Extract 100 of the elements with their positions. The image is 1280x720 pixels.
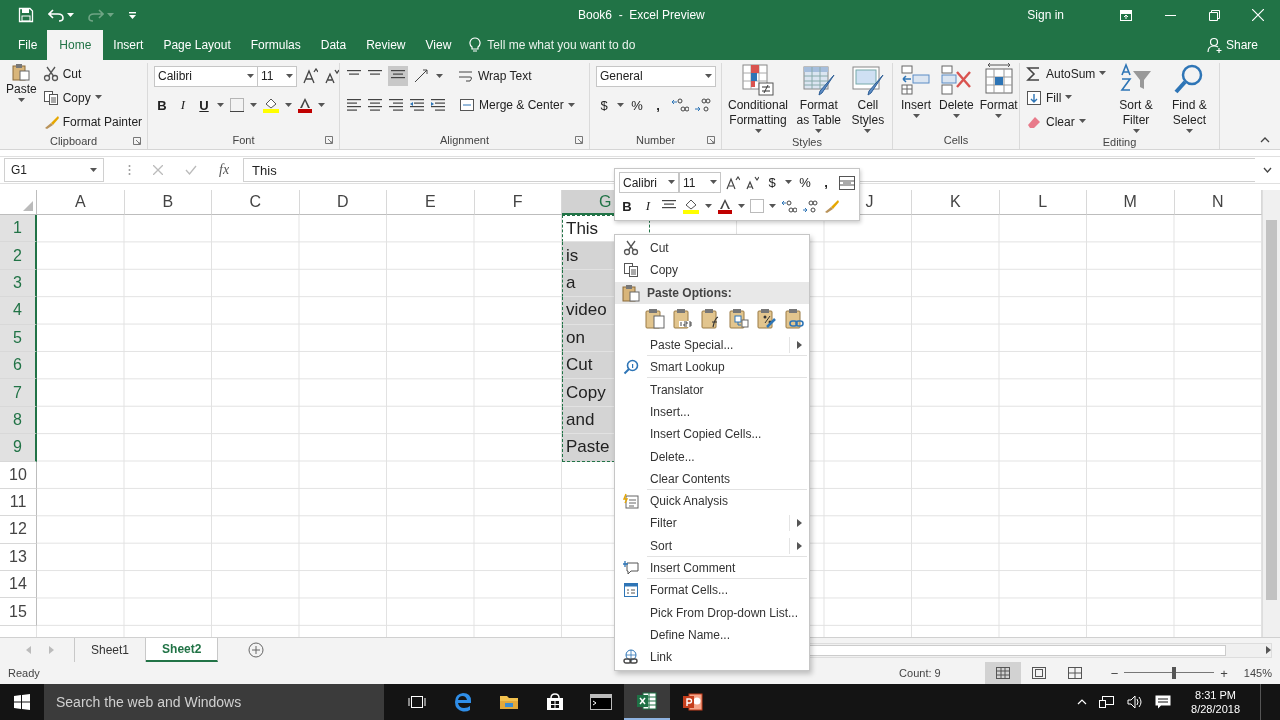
align-right-icon[interactable] — [388, 97, 404, 113]
view-button[interactable] — [984, 662, 1021, 684]
font-name-dropdown[interactable]: Calibri — [619, 172, 679, 194]
ribbon-tab[interactable]: Data — [310, 30, 357, 60]
row-header[interactable]: 13 — [0, 543, 37, 572]
dialog-launcher-icon[interactable] — [325, 136, 333, 144]
increase-decimal-icon[interactable] — [781, 199, 797, 214]
column-header[interactable]: L — [999, 190, 1087, 215]
wrap-text-button[interactable]: Wrap Text — [458, 65, 532, 87]
fill-button[interactable]: Fill — [1026, 87, 1107, 108]
copy-button[interactable]: Copy — [42, 87, 143, 108]
ribbon-tab[interactable]: Insert — [103, 30, 154, 60]
ribbon-button[interactable]: Format — [979, 63, 1018, 131]
save-icon[interactable] — [18, 7, 34, 23]
row-header[interactable]: 1 — [0, 215, 37, 243]
ribbon-tab[interactable]: Home — [47, 30, 104, 60]
row-header[interactable]: 5 — [0, 324, 37, 352]
column-header[interactable]: D — [299, 190, 387, 215]
taskbar-app[interactable] — [624, 684, 670, 720]
row-header[interactable]: 11 — [0, 488, 37, 517]
row-header[interactable]: 10 — [0, 461, 37, 489]
decrease-indent-icon[interactable] — [409, 97, 425, 113]
font-size-dropdown[interactable]: 11 — [679, 172, 721, 194]
sign-in-link[interactable]: Sign in — [1027, 8, 1064, 22]
fill-color-icon[interactable] — [262, 97, 280, 113]
column-header[interactable]: A — [37, 190, 125, 215]
tell-me-field[interactable]: Tell me what you want to do — [485, 37, 686, 53]
ribbon-button[interactable]: Insert — [899, 63, 933, 131]
ribbon-button[interactable]: Format as Table — [794, 63, 844, 134]
font-color-icon[interactable] — [717, 198, 733, 215]
ribbon-tab[interactable]: File — [8, 30, 48, 60]
increase-font-icon[interactable] — [726, 175, 740, 190]
row-header[interactable]: 7 — [0, 379, 37, 407]
increase-decimal-icon[interactable] — [671, 97, 689, 113]
sheet-tab[interactable]: Sheet2 — [146, 638, 219, 662]
taskbar-search-field[interactable]: Search the web and Windows — [44, 684, 384, 720]
fill-color-icon[interactable] — [682, 198, 700, 215]
zoom-level[interactable]: 145% — [1243, 667, 1272, 679]
increase-font-icon[interactable] — [302, 68, 318, 84]
paintbrush-icon[interactable] — [823, 198, 839, 215]
collapse-ribbon-icon[interactable] — [1260, 137, 1270, 143]
font-color-icon[interactable] — [297, 97, 313, 113]
ribbon-button[interactable]: Delete — [939, 63, 974, 131]
decrease-font-icon[interactable] — [745, 175, 759, 190]
row-header[interactable]: 8 — [0, 406, 37, 435]
autosum-button[interactable]: AutoSum — [1026, 63, 1107, 84]
percent-button[interactable]: % — [629, 97, 645, 113]
undo-icon[interactable] — [48, 7, 64, 23]
row-header[interactable]: 4 — [0, 297, 37, 325]
font-name-dropdown[interactable]: Calibri — [154, 65, 258, 87]
row-header[interactable]: 2 — [0, 242, 37, 270]
merge-cells-icon[interactable] — [839, 175, 855, 190]
ribbon-button[interactable]: Cell Styles — [849, 63, 886, 134]
align-bottom-button[interactable] — [388, 66, 408, 86]
menu-item[interactable]: Quick Analysis — [615, 489, 809, 513]
checkmark-icon[interactable] — [185, 165, 197, 175]
orientation-icon[interactable] — [413, 68, 431, 84]
decrease-decimal-icon[interactable] — [694, 97, 712, 113]
merge-center-button[interactable]: Merge & Center — [459, 94, 575, 116]
share-button[interactable]: Share — [1206, 30, 1258, 60]
zoom-out-button[interactable]: − — [1110, 665, 1119, 681]
increase-indent-icon[interactable] — [430, 97, 446, 113]
cut-button[interactable]: Cut — [42, 63, 143, 84]
find-select-button[interactable]: Find & Select — [1165, 63, 1213, 134]
clock[interactable]: 8:31 PM 8/28/2018 — [1191, 688, 1240, 716]
show-hidden-icon[interactable] — [1077, 699, 1088, 705]
number-format-dropdown[interactable]: General — [596, 65, 716, 87]
font-size-dropdown[interactable]: 11 — [257, 65, 297, 87]
menu-item[interactable]: Link — [615, 646, 809, 669]
ribbon-button[interactable]: Conditional Formatting — [728, 63, 788, 134]
ribbon-tab[interactable]: Formulas — [240, 30, 311, 60]
bold-button[interactable]: B — [619, 198, 635, 214]
customize-toolbar-icon[interactable] — [128, 10, 137, 20]
column-header[interactable]: E — [387, 190, 475, 215]
column-header[interactable]: M — [1087, 190, 1175, 215]
column-header[interactable]: C — [212, 190, 300, 215]
scrollbar-thumb[interactable] — [1266, 220, 1277, 600]
ribbon-tab[interactable]: Page Layout — [153, 30, 241, 60]
row-header[interactable]: 6 — [0, 351, 37, 380]
comma-style-button[interactable]: , — [650, 97, 666, 113]
zoom-in-button[interactable]: + — [1220, 665, 1228, 681]
row-header[interactable]: 12 — [0, 516, 37, 544]
name-box[interactable]: G1 — [4, 158, 104, 182]
menu-item[interactable]: Define Name... — [615, 623, 809, 647]
expand-icon[interactable] — [1263, 167, 1272, 173]
notifications-icon[interactable] — [1155, 695, 1172, 709]
column-header[interactable]: N — [1174, 190, 1262, 215]
add-sheet-icon[interactable] — [248, 642, 265, 658]
column-header[interactable]: F — [474, 190, 562, 215]
decrease-decimal-icon[interactable] — [802, 199, 818, 214]
menu-item[interactable]: Pick From Drop-down List... — [615, 601, 809, 624]
volume-icon[interactable] — [1127, 695, 1144, 709]
column-header[interactable]: B — [124, 190, 212, 215]
row-header[interactable]: 3 — [0, 269, 37, 298]
sort-filter-button[interactable]: Sort & Filter — [1112, 63, 1160, 134]
paste-button[interactable]: Paste — [6, 63, 37, 132]
dialog-launcher-icon[interactable] — [707, 136, 715, 144]
bold-button[interactable]: B — [154, 97, 170, 113]
ribbon-tab[interactable]: Review — [356, 30, 416, 60]
row-header[interactable]: 15 — [0, 598, 37, 626]
